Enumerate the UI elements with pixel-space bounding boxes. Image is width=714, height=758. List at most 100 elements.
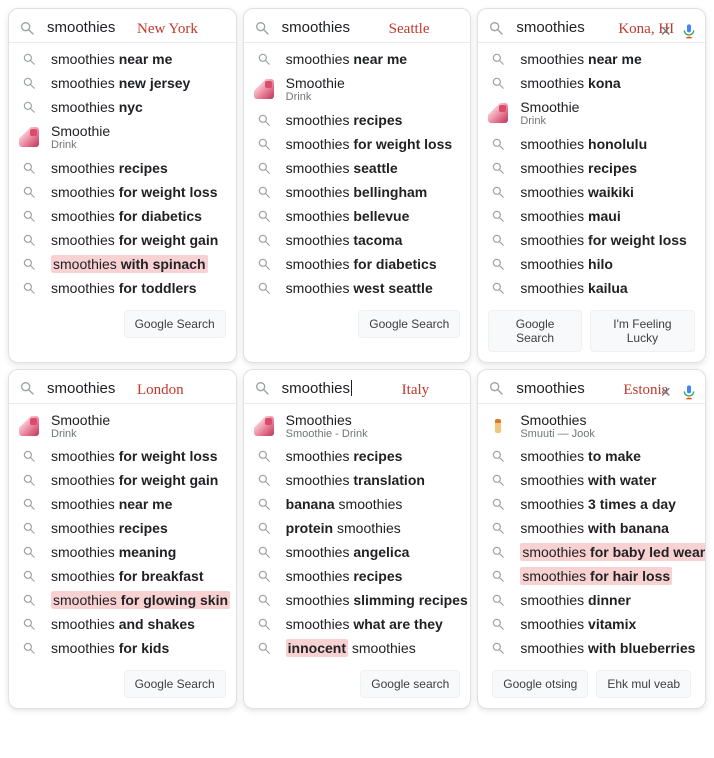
mic-icon[interactable]: [681, 21, 697, 41]
entity-subtitle: Smuuti — Jook: [520, 428, 595, 441]
suggestion-row[interactable]: smoothies for baby led weaning: [478, 540, 705, 564]
suggestion-text: smoothies meaning: [51, 544, 176, 560]
suggestion-row[interactable]: smoothies for weight gain: [9, 228, 236, 252]
search-button[interactable]: I'm Feeling Lucky: [590, 310, 695, 352]
search-input-text[interactable]: smoothies: [282, 19, 350, 36]
close-icon[interactable]: ×: [660, 383, 671, 401]
suggestion-row[interactable]: smoothies near me: [478, 47, 705, 71]
entity-suggestion[interactable]: Smoothies Smuuti — Jook: [478, 408, 705, 445]
search-row[interactable]: smoothies Seattle: [244, 15, 471, 43]
search-row[interactable]: smoothies New York: [9, 15, 236, 43]
search-icon: [491, 233, 505, 247]
search-icon: [491, 137, 505, 151]
suggestion-row[interactable]: smoothies for weight loss: [478, 228, 705, 252]
entity-thumbnail-icon: [19, 416, 39, 436]
suggestion-row[interactable]: innocent smoothies: [244, 636, 471, 660]
search-icon: [22, 473, 36, 487]
suggestion-row[interactable]: smoothies bellevue: [244, 204, 471, 228]
suggestion-row[interactable]: smoothies and shakes: [9, 612, 236, 636]
close-icon[interactable]: ×: [660, 22, 671, 40]
suggestion-row[interactable]: smoothies near me: [244, 47, 471, 71]
suggestion-row[interactable]: smoothies nyc: [9, 95, 236, 119]
search-row[interactable]: smoothies Kona, HI ×: [478, 15, 705, 43]
search-button[interactable]: Google Search: [124, 670, 226, 698]
search-button[interactable]: Google Search: [488, 310, 582, 352]
suggestion-row[interactable]: smoothies meaning: [9, 540, 236, 564]
suggestion-row[interactable]: smoothies for diabetics: [9, 204, 236, 228]
suggestion-row[interactable]: smoothies for diabetics: [244, 252, 471, 276]
suggestion-row[interactable]: smoothies angelica: [244, 540, 471, 564]
search-button[interactable]: Google Search: [124, 310, 226, 338]
suggestion-row[interactable]: smoothies bellingham: [244, 180, 471, 204]
suggestion-row[interactable]: smoothies dinner: [478, 588, 705, 612]
suggestion-row[interactable]: smoothies to make: [478, 444, 705, 468]
suggestion-row[interactable]: smoothies for breakfast: [9, 564, 236, 588]
search-input-text[interactable]: smoothies: [47, 380, 115, 397]
suggestion-row[interactable]: smoothies with spinach: [9, 252, 236, 276]
suggestion-row[interactable]: smoothies with banana: [478, 516, 705, 540]
search-icon: [22, 281, 36, 295]
suggestion-row[interactable]: smoothies for hair loss: [478, 564, 705, 588]
suggestion-row[interactable]: smoothies recipes: [244, 108, 471, 132]
suggestion-row[interactable]: smoothies for toddlers: [9, 276, 236, 300]
suggestion-row[interactable]: smoothies seattle: [244, 156, 471, 180]
suggestion-list: Smoothies Smuuti — Jook smoothies to mak…: [478, 404, 705, 661]
suggestion-row[interactable]: smoothies what are they: [244, 612, 471, 636]
suggestion-row[interactable]: smoothies with water: [478, 468, 705, 492]
entity-suggestion[interactable]: Smoothies Smoothie - Drink: [244, 408, 471, 445]
entity-suggestion[interactable]: Smoothie Drink: [478, 95, 705, 132]
search-input-text[interactable]: smoothies: [47, 19, 115, 36]
suggestion-text: smoothies for weight loss: [51, 184, 218, 200]
suggestion-row[interactable]: smoothies recipes: [244, 444, 471, 468]
mic-icon[interactable]: [681, 382, 697, 402]
suggestion-row[interactable]: smoothies new jersey: [9, 71, 236, 95]
suggestion-row[interactable]: smoothies near me: [9, 492, 236, 516]
suggestion-row[interactable]: smoothies with blueberries: [478, 636, 705, 660]
suggestion-row[interactable]: smoothies for weight loss: [9, 180, 236, 204]
suggestion-text: smoothies near me: [51, 51, 172, 67]
suggestion-row[interactable]: smoothies tacoma: [244, 228, 471, 252]
search-row[interactable]: smoothies Estonia ×: [478, 376, 705, 404]
search-icon: [491, 569, 505, 583]
suggestion-row[interactable]: smoothies honolulu: [478, 132, 705, 156]
suggestion-row[interactable]: smoothies west seattle: [244, 276, 471, 300]
suggestion-text: smoothies for toddlers: [51, 280, 196, 296]
search-input-text[interactable]: smoothies: [516, 19, 584, 36]
entity-suggestion[interactable]: Smoothie Drink: [9, 119, 236, 156]
suggestion-row[interactable]: smoothies slimming recipes: [244, 588, 471, 612]
suggestion-row[interactable]: smoothies recipes: [9, 156, 236, 180]
search-button[interactable]: Google otsing: [492, 670, 588, 698]
entity-suggestion[interactable]: Smoothie Drink: [9, 408, 236, 445]
suggestion-row[interactable]: smoothies kona: [478, 71, 705, 95]
suggestion-row[interactable]: smoothies recipes: [244, 564, 471, 588]
suggestion-text: smoothies and shakes: [51, 616, 195, 632]
search-button[interactable]: Google search: [360, 670, 460, 698]
suggestion-row[interactable]: smoothies for weight loss: [9, 444, 236, 468]
suggestion-row[interactable]: smoothies vitamix: [478, 612, 705, 636]
suggestion-row[interactable]: smoothies recipes: [9, 516, 236, 540]
search-button[interactable]: Google Search: [358, 310, 460, 338]
search-icon: [22, 521, 36, 535]
entity-suggestion[interactable]: Smoothie Drink: [244, 71, 471, 108]
search-input-text[interactable]: smoothies: [516, 380, 584, 397]
suggestion-row[interactable]: smoothies waikiki: [478, 180, 705, 204]
suggestion-row[interactable]: smoothies for weight loss: [244, 132, 471, 156]
search-icon: [19, 380, 35, 396]
search-input-text[interactable]: smoothies: [282, 380, 350, 397]
suggestion-row[interactable]: smoothies hilo: [478, 252, 705, 276]
suggestion-row[interactable]: smoothies maui: [478, 204, 705, 228]
suggestion-row[interactable]: protein smoothies: [244, 516, 471, 540]
suggestion-row[interactable]: banana smoothies: [244, 492, 471, 516]
suggestion-row[interactable]: smoothies for glowing skin: [9, 588, 236, 612]
suggestion-row[interactable]: smoothies kailua: [478, 276, 705, 300]
suggestion-row[interactable]: smoothies translation: [244, 468, 471, 492]
suggestion-row[interactable]: smoothies for weight gain: [9, 468, 236, 492]
suggestion-row[interactable]: smoothies recipes: [478, 156, 705, 180]
suggestion-row[interactable]: smoothies 3 times a day: [478, 492, 705, 516]
search-button[interactable]: Ehk mul veab: [596, 670, 691, 698]
search-row[interactable]: smoothies London: [9, 376, 236, 404]
autocomplete-panel: smoothies Italy Smoothies Smoothie - Dri…: [243, 369, 472, 710]
search-row[interactable]: smoothies Italy: [244, 376, 471, 404]
suggestion-row[interactable]: smoothies for kids: [9, 636, 236, 660]
suggestion-row[interactable]: smoothies near me: [9, 47, 236, 71]
